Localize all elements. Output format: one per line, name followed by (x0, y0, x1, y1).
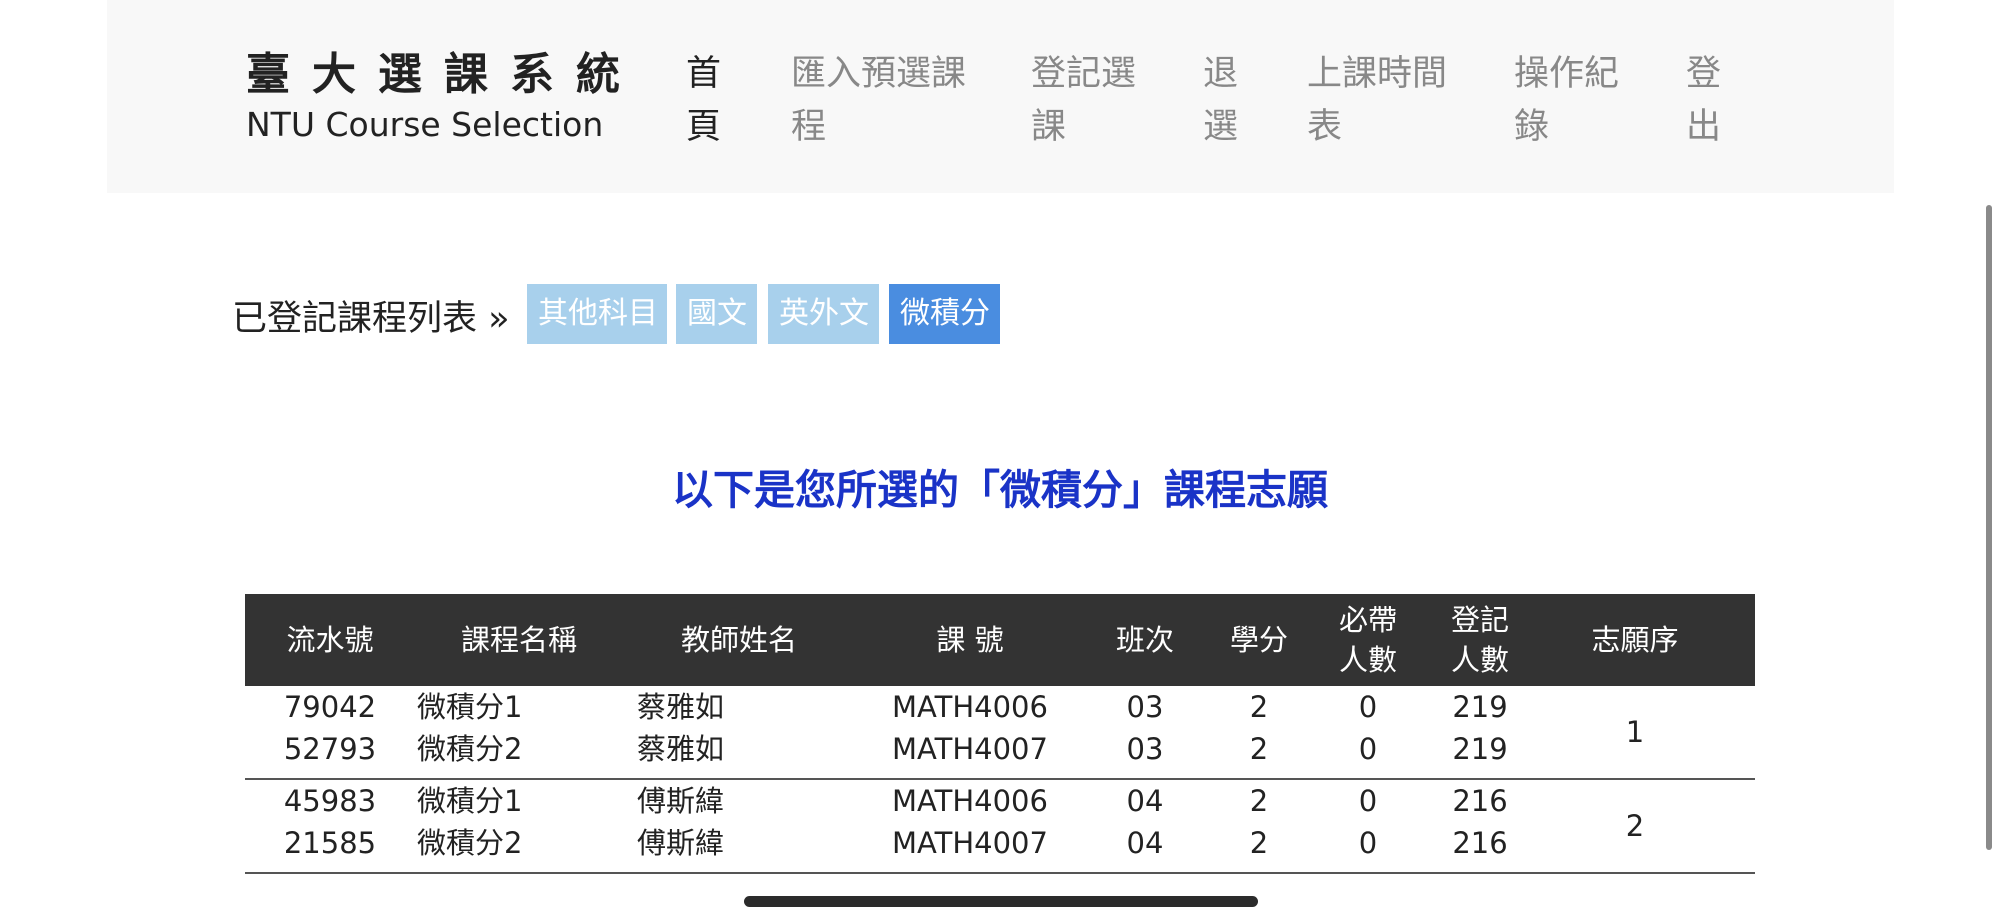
cell-serial: 21585 (283, 826, 377, 860)
col-required-count: 必帶人數 (1338, 603, 1397, 677)
nav-timetable[interactable]: 上課時間表 (1307, 48, 1459, 154)
cell-class: 03 (1126, 690, 1164, 724)
cell-teacher: 蔡雅如 (637, 690, 725, 724)
cell-course-code: MATH4006 (892, 784, 1048, 818)
cell-teacher: 蔡雅如 (637, 732, 725, 766)
col-course-code: 課 號 (936, 623, 1004, 657)
home-indicator[interactable] (744, 896, 1258, 907)
nav-withdraw[interactable]: 退選 (1203, 48, 1253, 154)
cell-preference-order: 1 (1625, 715, 1645, 749)
cell-serial: 79042 (283, 690, 377, 724)
cell-course-name: 微積分1 (417, 784, 523, 818)
cell-course-code: MATH4007 (892, 732, 1048, 766)
tab-other-subjects[interactable]: 其他科目 (527, 284, 667, 344)
cell-course-name: 微積分1 (417, 690, 523, 724)
col-serial: 流水號 (286, 623, 374, 657)
cell-class: 04 (1126, 784, 1164, 818)
cell-credits: 2 (1249, 732, 1269, 766)
page-heading: 以下是您所選的「微積分」課程志願 (672, 466, 1328, 514)
nav-logout[interactable]: 登出 (1686, 48, 1736, 154)
cell-serial: 52793 (283, 732, 377, 766)
cell-course-code: MATH4007 (892, 826, 1048, 860)
nav-import-preselect[interactable]: 匯入預選課程 (791, 48, 976, 154)
breadcrumb: 已登記課程列表 » (232, 299, 510, 339)
cell-credits: 2 (1249, 784, 1269, 818)
cell-class: 04 (1126, 826, 1164, 860)
col-registered-count: 登記人數 (1450, 603, 1509, 677)
cell-teacher: 傅斯緯 (637, 826, 725, 860)
brand-title-zh: 臺大選課系統 (246, 49, 642, 100)
brand-title-en: NTU Course Selection (246, 105, 604, 144)
cell-teacher: 傅斯緯 (637, 784, 725, 818)
cell-serial: 45983 (283, 784, 377, 818)
cell-course-name: 微積分2 (417, 732, 523, 766)
table-header-row: 流水號 課程名稱 教師姓名 課 號 班次 學分 必帶人數 登記人數 志願序 (245, 594, 1755, 686)
nav-home[interactable]: 首頁 (686, 48, 736, 154)
vertical-scrollbar[interactable] (1986, 205, 1992, 850)
course-preference-table: 流水號 課程名稱 教師姓名 課 號 班次 學分 必帶人數 登記人數 志願序 79… (245, 594, 1755, 874)
col-course-name: 課程名稱 (460, 623, 577, 657)
cell-course-code: MATH4006 (892, 690, 1048, 724)
cell-course-name: 微積分2 (417, 826, 523, 860)
col-teacher: 教師姓名 (680, 623, 797, 657)
nav-operation-log[interactable]: 操作紀錄 (1514, 48, 1632, 154)
cell-credits: 2 (1249, 690, 1269, 724)
cell-required-count: 0 (1358, 690, 1378, 724)
brand-logo[interactable]: 臺大選課系統 NTU Course Selection (246, 48, 626, 146)
preference-group-2: 45983 微積分1 傅斯緯 MATH4006 04 2 0 216 21585… (245, 780, 1755, 874)
col-credits: 學分 (1229, 623, 1288, 657)
tab-chinese[interactable]: 國文 (676, 284, 757, 344)
cell-required-count: 0 (1358, 826, 1378, 860)
tab-foreign-language[interactable]: 英外文 (768, 284, 879, 344)
nav-register-course[interactable]: 登記選課 (1031, 48, 1149, 154)
cell-preference-order: 2 (1625, 809, 1645, 843)
cell-required-count: 0 (1358, 784, 1378, 818)
cell-credits: 2 (1249, 826, 1269, 860)
cell-required-count: 0 (1358, 732, 1378, 766)
cell-class: 03 (1126, 732, 1164, 766)
tab-calculus[interactable]: 微積分 (889, 284, 1000, 344)
col-class: 班次 (1115, 623, 1174, 657)
col-preference: 志願序 (1591, 623, 1679, 657)
preference-group-1: 79042 微積分1 蔡雅如 MATH4006 03 2 0 219 52793… (245, 686, 1755, 780)
scrolled-text-fragment (235, 208, 1155, 242)
